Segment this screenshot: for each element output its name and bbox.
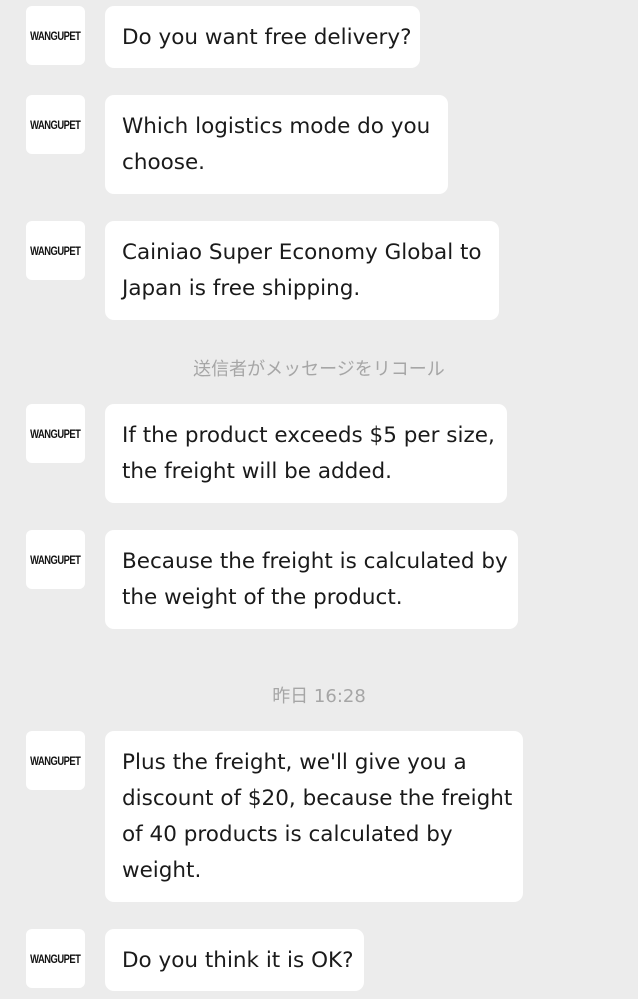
message-text: Cainiao Super Economy Global to (122, 240, 482, 265)
message-text: Which logistics mode do you (122, 114, 431, 139)
avatar[interactable]: WANGUPET (26, 95, 85, 154)
message-text: the weight of the product. (122, 585, 403, 610)
avatar-label: WANGUPET (30, 427, 81, 441)
avatar[interactable]: WANGUPET (26, 731, 85, 790)
message-bubble[interactable]: Do you want free delivery? (105, 6, 420, 68)
message-bubble[interactable]: Do you think it is OK? (105, 929, 364, 991)
message-text: weight. (122, 858, 202, 883)
message-text: Japan is free shipping. (122, 276, 361, 301)
message-bubble[interactable]: Which logistics mode do you choose. (105, 95, 448, 194)
message-bubble[interactable]: Cainiao Super Economy Global to Japan is… (105, 221, 499, 320)
message-text: Do you think it is OK? (122, 948, 354, 973)
avatar[interactable]: WANGUPET (26, 221, 85, 280)
avatar[interactable]: WANGUPET (26, 6, 85, 65)
message-bubble[interactable]: Plus the freight, we'll give you a disco… (105, 731, 523, 902)
avatar-label: WANGUPET (30, 553, 81, 567)
message-text: Do you want free delivery? (122, 25, 412, 50)
message-text: If the product exceeds $5 per size, (122, 423, 495, 448)
timestamp-label: 昨日 16:28 (272, 686, 366, 707)
avatar[interactable]: WANGUPET (26, 929, 85, 988)
avatar[interactable]: WANGUPET (26, 530, 85, 589)
message-text: of 40 products is calculated by (122, 822, 453, 847)
message-bubble[interactable]: Because the freight is calculated by the… (105, 530, 518, 629)
chat-thread: WANGUPET Do you want free delivery? WANG… (0, 0, 638, 999)
avatar-label: WANGUPET (30, 118, 81, 132)
message-bubble[interactable]: If the product exceeds $5 per size, the … (105, 404, 507, 503)
avatar-label: WANGUPET (30, 29, 81, 43)
message-text: discount of $20, because the freight (122, 786, 513, 811)
avatar[interactable]: WANGUPET (26, 404, 85, 463)
avatar-label: WANGUPET (30, 952, 81, 966)
avatar-label: WANGUPET (30, 754, 81, 768)
avatar-label: WANGUPET (30, 244, 81, 258)
message-text: the freight will be added. (122, 459, 393, 484)
message-text: choose. (122, 150, 206, 175)
message-text: Because the freight is calculated by (122, 549, 508, 574)
recall-notice: 送信者がメッセージをリコール (193, 359, 445, 380)
message-text: Plus the freight, we'll give you a (122, 750, 467, 775)
